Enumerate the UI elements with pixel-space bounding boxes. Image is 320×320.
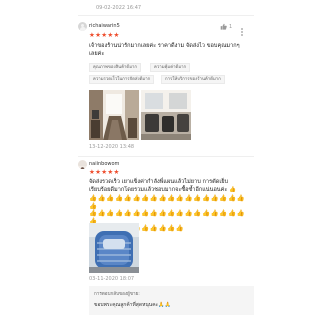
star-rating: ★★★★★ [89, 168, 120, 176]
review-tag: ความรวดเร็วในการจัดส่งดีมาก [89, 75, 155, 84]
like-count: 1 [229, 23, 233, 30]
username: naiinbowom [89, 161, 120, 167]
ellipsis-vertical-icon [241, 28, 243, 36]
star-rating: ★★★★★ [89, 31, 120, 39]
review-text-line: เรียบร้อยดีมากโดยรวมแล้วชอบมากจะซื้อซ้ำอ… [89, 187, 237, 193]
avatar-image [78, 166, 87, 169]
seller-reply-text: ขอบพระคุณลูกค้าที่สุดหนุนคะ🙏🙏 [94, 302, 171, 308]
review-photo[interactable] [89, 223, 139, 273]
review-text-line: เลยค่ะ [89, 51, 105, 57]
review-photo[interactable] [89, 90, 139, 140]
thumbs-up-icon [220, 23, 227, 30]
room-photo-image [89, 90, 139, 140]
review-card-1: richaiwarin5 1 ★★★★★ เจ้าของร้านน่ารักมา… [78, 16, 254, 156]
review-text-line: จัดส่งรวดเร็ว เยาแข็งค่ากำลังพี่แผนแล้วไ… [89, 179, 229, 185]
previous-review-timestamp: 09-02-2022 16:47 [96, 5, 142, 11]
review-text: เจ้าของร้านน่ารักมากเลยค่ะ ราคาดีงาม จัด… [89, 42, 254, 58]
username: richaiwarin5 [89, 23, 120, 29]
user-avatar [78, 22, 87, 31]
seller-reply-box: การตอบกลับของผู้ขาย: ขอบพระคุณลูกค้าที่ส… [89, 286, 254, 315]
review-text-line: เจ้าของร้านน่ารักมากเลยค่ะ ราคาดีงาม จัด… [89, 43, 240, 49]
review-tag: การให้บริการของร้านค้าดีมาก [161, 75, 225, 84]
review-timestamp: 13-12-2020 13:48 [89, 144, 135, 150]
review-text: จัดส่งรวดเร็ว เยาแข็งค่ากำลังพี่แผนแล้วไ… [89, 178, 254, 194]
emoji-line: 👍👍👍👍👍👍👍👍👍👍👍👍👍👍👍👍👍👍👍 [89, 194, 246, 210]
user-avatar [78, 160, 87, 169]
more-options-button[interactable] [238, 22, 246, 36]
review-card-2: naiinbowom ★★★★★ จัดส่งรวดเร็ว เยาแข็งค่… [78, 157, 254, 282]
review-timestamp: 03-11-2020 18:07 [89, 276, 135, 282]
review-photo[interactable] [141, 90, 191, 140]
product-photo-image [89, 223, 139, 273]
review-tag: ความคุ้มค่าดีมาก [150, 63, 191, 72]
room-photo-image [141, 90, 191, 140]
like-button[interactable]: 1 [220, 23, 232, 30]
review-tag: คุณภาพของสินค้าดีมาก [89, 63, 142, 72]
seller-reply-heading: การตอบกลับของผู้ขาย: [94, 292, 140, 297]
